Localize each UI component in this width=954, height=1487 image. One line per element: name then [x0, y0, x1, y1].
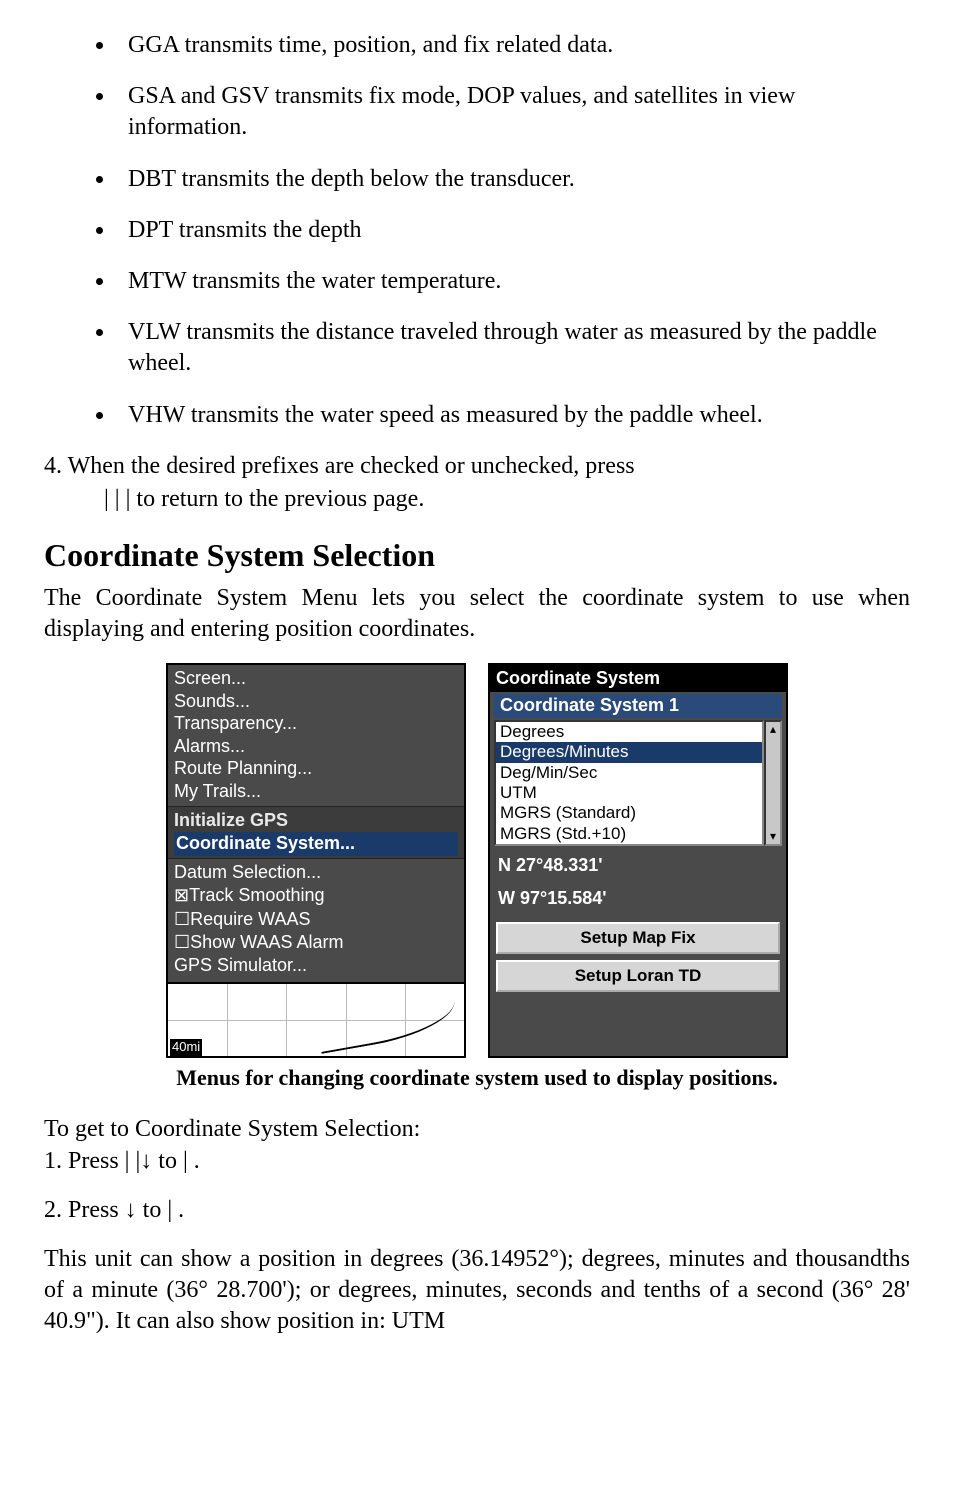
coord-west: W 97°15.584' [498, 885, 778, 912]
menu-item[interactable]: Screen... [174, 667, 458, 690]
setup-loran-td-button[interactable]: Setup Loran TD [496, 960, 780, 992]
list-item[interactable]: MGRS (Standard) [496, 803, 762, 823]
map-scale-label: 40mi [170, 1039, 202, 1056]
coord-format-list[interactable]: Degrees Degrees/Minutes Deg/Min/Sec UTM … [494, 720, 764, 846]
bullet-item: MTW transmits the water temperature. [116, 266, 910, 297]
checkbox-unchecked-icon: ☐ [174, 909, 190, 929]
menu-item[interactable]: Alarms... [174, 735, 458, 758]
navigation-steps: To get to Coordinate System Selection: 1… [44, 1114, 910, 1226]
setup-map-fix-button[interactable]: Setup Map Fix [496, 922, 780, 954]
menu-mid-group: Initialize GPS Coordinate System... [168, 806, 464, 859]
coord-north: N 27°48.331' [498, 852, 778, 879]
menu-item[interactable]: Sounds... [174, 690, 458, 713]
screenshot-row: Screen... Sounds... Transparency... Alar… [44, 663, 910, 1058]
list-item[interactable]: MGRS (Std.+10) [496, 824, 762, 844]
figure-caption: Menus for changing coordinate system use… [44, 1064, 910, 1093]
steps-intro: To get to Coordinate System Selection: [44, 1114, 910, 1145]
final-paragraph: This unit can show a position in degrees… [44, 1244, 910, 1338]
checkbox-label: Require WAAS [190, 909, 310, 929]
nmea-bullet-list: GGA transmits time, position, and fix re… [44, 30, 910, 431]
checkbox-label: Show WAAS Alarm [190, 932, 343, 952]
step-4-line-1: 4. When the desired prefixes are checked… [44, 451, 910, 482]
menu-item[interactable]: Transparency... [174, 712, 458, 735]
menu-item[interactable]: GPS Simulator... [174, 954, 458, 977]
checkbox-track-smoothing[interactable]: ⊠Track Smoothing [174, 884, 458, 907]
list-item-selected[interactable]: Degrees/Minutes [496, 742, 762, 762]
dialog-subtitle: Coordinate System 1 [494, 694, 782, 717]
bullet-item: VHW transmits the water speed as measure… [116, 400, 910, 431]
bullet-item: GSA and GSV transmits fix mode, DOP valu… [116, 81, 910, 143]
menu-item[interactable]: My Trails... [174, 780, 458, 803]
menu-top-group: Screen... Sounds... Transparency... Alar… [168, 665, 464, 806]
coord-list-wrap: Degrees Degrees/Minutes Deg/Min/Sec UTM … [494, 720, 782, 846]
menu-item[interactable]: Route Planning... [174, 757, 458, 780]
section-heading: Coordinate System Selection [44, 535, 910, 577]
list-item[interactable]: Deg/Min/Sec [496, 763, 762, 783]
list-item[interactable]: UTM [496, 783, 762, 803]
dialog-buttons: Setup Map Fix Setup Loran TD [490, 920, 786, 1004]
mini-map: 40mi [168, 982, 464, 1056]
checkbox-require-waas[interactable]: ☐Require WAAS [174, 908, 458, 931]
section-body: The Coordinate System Menu lets you sele… [44, 583, 910, 645]
dialog-title: Coordinate System [490, 665, 786, 692]
scroll-down-icon[interactable]: ▾ [770, 829, 776, 845]
screenshot-menu: Screen... Sounds... Transparency... Alar… [166, 663, 466, 1058]
coord-readout: N 27°48.331' W 97°15.584' [490, 850, 786, 920]
menu-bottom-group: Datum Selection... ⊠Track Smoothing ☐Req… [168, 859, 464, 982]
bullet-item: DBT transmits the depth below the transd… [116, 164, 910, 195]
bullet-item: DPT transmits the depth [116, 215, 910, 246]
bullet-item: VLW transmits the distance traveled thro… [116, 317, 910, 379]
checkbox-unchecked-icon: ☐ [174, 932, 190, 952]
step-1: 1. Press | |↓ to | . [44, 1146, 910, 1177]
scroll-up-icon[interactable]: ▴ [770, 722, 776, 738]
menu-item[interactable]: Datum Selection... [174, 861, 458, 884]
screenshot-coord-system: Coordinate System Coordinate System 1 De… [488, 663, 788, 1058]
step-4-line-2: | | | to return to the previous page. [44, 484, 910, 515]
list-item[interactable]: Degrees [496, 722, 762, 742]
bullet-item: GGA transmits time, position, and fix re… [116, 30, 910, 61]
checkbox-show-waas-alarm[interactable]: ☐Show WAAS Alarm [174, 931, 458, 954]
menu-item-initialize-gps[interactable]: Initialize GPS [174, 809, 458, 832]
step-2: 2. Press ↓ to | . [44, 1195, 910, 1226]
checkbox-label: Track Smoothing [189, 885, 324, 905]
menu-item-coordinate-system-selected[interactable]: Coordinate System... [174, 832, 458, 855]
scrollbar[interactable]: ▴ ▾ [764, 720, 782, 846]
checkbox-checked-icon: ⊠ [174, 885, 189, 905]
